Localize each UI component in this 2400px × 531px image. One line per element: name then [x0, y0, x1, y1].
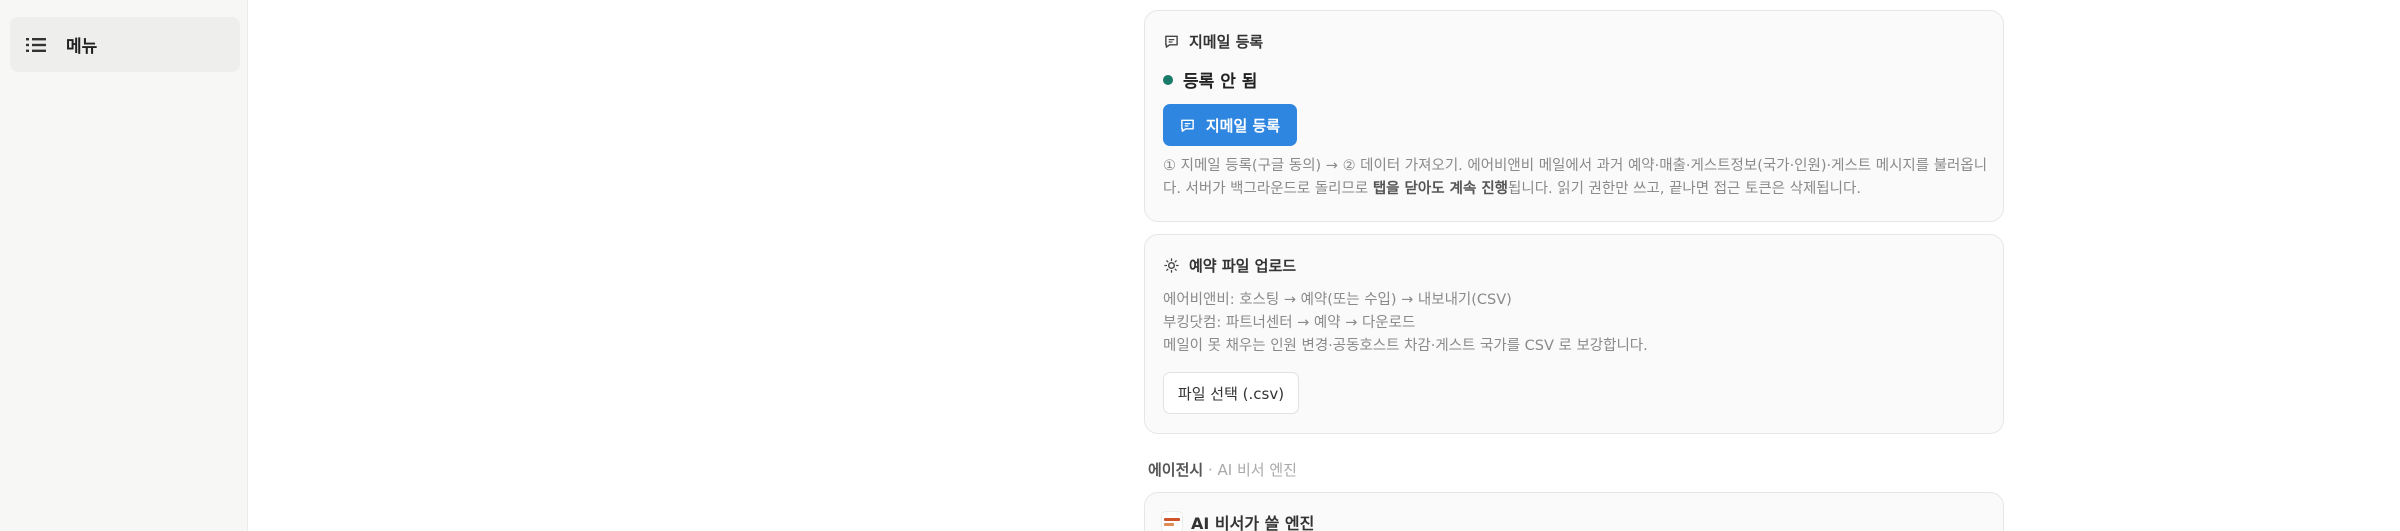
gmail-status-text: 등록 안 됨	[1183, 72, 1258, 92]
agency-label: 에이전시	[1148, 461, 1204, 479]
sun-icon	[1163, 258, 1179, 274]
instruction-supplement: 메일이 못 채우는 인원 변경·공동호스트 차감·게스트 국가를 CSV 로 보…	[1163, 338, 1648, 354]
status-dot	[1163, 74, 1173, 85]
upload-card: 예약 파일 업로드 에어비앤비: 호스팅 → 예약(또는 수입) → 내보내기(…	[1144, 234, 2004, 434]
gmail-help-text: ① 지메일 등록(구글 동의) → ② 데이터 가져오기. 에어비앤비 메일에서…	[1163, 155, 1989, 201]
gmail-status: 등록 안 됨	[1163, 67, 1257, 92]
list-icon	[26, 34, 48, 56]
chat-bubble-icon	[1163, 34, 1179, 50]
menu-button[interactable]: 메뉴	[10, 17, 240, 72]
file-select-button[interactable]: 파일 선택 (.csv)	[1163, 372, 1299, 414]
engine-card-title: AI 비서가 쓸 엔진	[1191, 514, 1315, 531]
gmail-help-bold: 탭을 닫아도 계속 진행	[1372, 181, 1509, 197]
upload-instructions: 에어비앤비: 호스팅 → 예약(또는 수입) → 내보내기(CSV) 부킹닷컴:…	[1163, 289, 1648, 358]
chat-bubble-icon	[1180, 117, 1196, 133]
instruction-airbnb: 에어비앤비: 호스팅 → 예약(또는 수입) → 내보내기(CSV)	[1163, 292, 1512, 308]
engine-card: AI 비서가 쓸 엔진	[1144, 492, 2004, 531]
sidebar: 메뉴	[0, 0, 248, 531]
gmail-register-button[interactable]: 지메일 등록	[1163, 104, 1297, 146]
main-content: 지메일 등록 등록 안 됨 지메일 등록 ① 지메일 등록(구글 동의) → ②…	[248, 0, 2400, 531]
menu-label: 메뉴	[66, 37, 98, 57]
engine-logo	[1161, 511, 1183, 531]
gmail-help-part2: 됩니다. 읽기 권한만 쓰고, 끝나면 접근 토큰은 삭제됩니다.	[1508, 181, 1861, 197]
upload-card-title: 예약 파일 업로드	[1189, 257, 1297, 275]
file-select-button-label: 파일 선택 (.csv)	[1177, 384, 1285, 403]
agency-section-label: 에이전시 · AI 비서 엔진	[1148, 459, 1297, 480]
gmail-register-button-label: 지메일 등록	[1205, 116, 1281, 135]
agency-sublabel: · AI 비서 엔진	[1203, 461, 1297, 479]
engine-card-header: AI 비서가 쓸 엔진	[1161, 510, 1314, 531]
gmail-card-title: 지메일 등록	[1189, 33, 1264, 51]
instruction-booking: 부킹닷컴: 파트너센터 → 예약 → 다운로드	[1163, 315, 1416, 331]
gmail-card-header: 지메일 등록	[1163, 31, 1263, 52]
upload-card-header: 예약 파일 업로드	[1163, 255, 1296, 276]
gmail-card: 지메일 등록 등록 안 됨 지메일 등록 ① 지메일 등록(구글 동의) → ②…	[1144, 10, 2004, 222]
